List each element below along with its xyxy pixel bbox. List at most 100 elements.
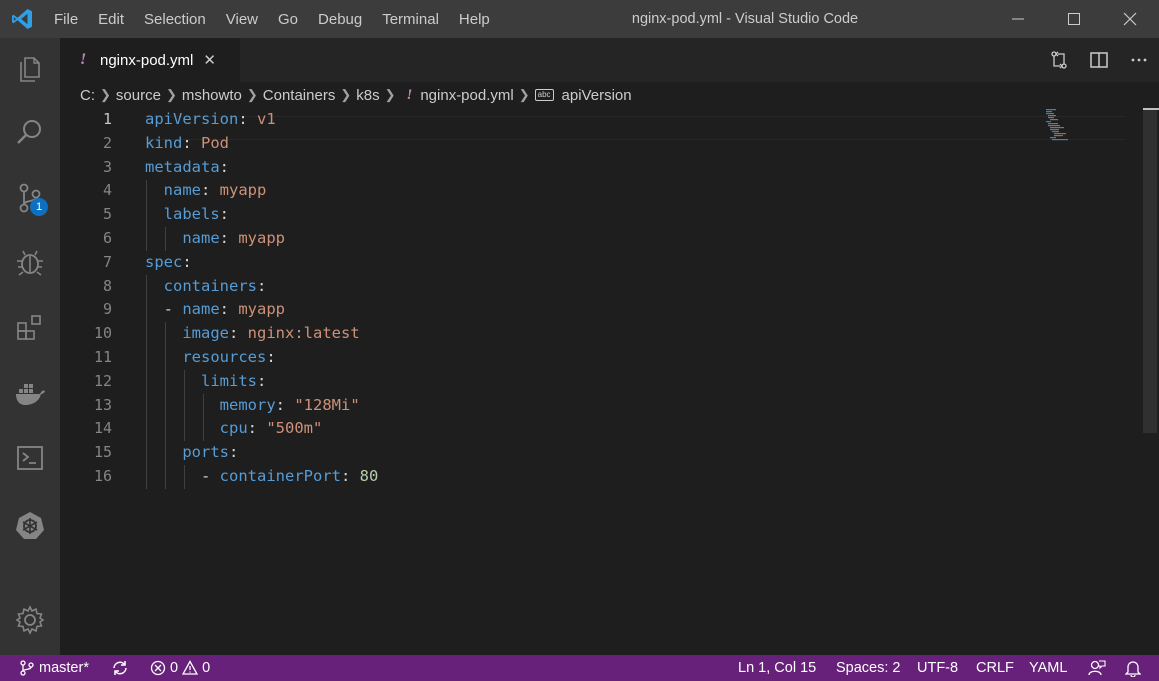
breadcrumb-item[interactable]: mshowto — [182, 87, 242, 104]
activity-search[interactable] — [0, 108, 60, 156]
line-number: 4 — [102, 181, 112, 200]
line-number: 2 — [102, 133, 112, 152]
close-window-button[interactable] — [1101, 0, 1159, 38]
line-number: 6 — [102, 228, 112, 247]
menu-edit[interactable]: Edit — [88, 11, 134, 28]
language-mode[interactable]: YAML — [1029, 655, 1067, 681]
notifications-button[interactable] — [1125, 655, 1141, 681]
git-branch-icon — [20, 660, 34, 676]
code-line: - name: myapp — [163, 300, 286, 319]
yaml-file-icon: ! — [80, 51, 87, 68]
bell-icon — [1125, 661, 1141, 677]
title-bar: File Edit Selection View Go Debug Termin… — [0, 0, 1159, 38]
breadcrumb-item[interactable]: C: — [80, 87, 95, 104]
tab-label: nginx-pod.yml — [100, 51, 194, 69]
code-line: cpu: "500m" — [219, 419, 323, 438]
source-control-badge: 1 — [30, 198, 48, 216]
breadcrumb-item[interactable]: k8s — [356, 87, 379, 104]
line-number: 9 — [102, 300, 112, 319]
minimize-button[interactable] — [989, 0, 1047, 38]
extensions-icon — [17, 315, 41, 340]
code-line: memory: "128Mi" — [219, 395, 360, 414]
code-line: ports: — [182, 443, 239, 462]
explorer-icon — [20, 57, 40, 82]
split-editor-icon — [1090, 52, 1108, 68]
breadcrumb-symbol[interactable]: apiVersion — [562, 87, 632, 104]
remote-explorer-icon — [17, 446, 43, 470]
chevron-right-icon: ❯ — [246, 87, 258, 102]
menu-go[interactable]: Go — [268, 11, 308, 28]
kubernetes-icon — [16, 512, 44, 539]
activity-source-control[interactable] — [0, 174, 60, 222]
feedback-icon — [1088, 660, 1106, 676]
activity-remote[interactable] — [0, 434, 60, 482]
code-line: labels: — [163, 205, 230, 224]
activity-explorer[interactable] — [0, 44, 60, 92]
activity-debug[interactable] — [0, 238, 60, 286]
breadcrumb-item[interactable]: Containers — [263, 87, 336, 104]
feedback-button[interactable] — [1088, 655, 1106, 681]
activity-settings[interactable] — [0, 596, 60, 644]
code-line: metadata: — [145, 157, 229, 176]
line-number: 15 — [93, 443, 112, 462]
line-number: 13 — [93, 395, 112, 414]
code-area[interactable]: apiVersion: v1 kind: Pod metadata: name:… — [145, 108, 378, 489]
maximize-button[interactable] — [1045, 0, 1103, 38]
code-line: apiVersion: v1 — [145, 110, 276, 128]
code-line: containers: — [163, 276, 267, 295]
indentation-setting[interactable]: Spaces: 2 — [836, 655, 901, 681]
sync-button[interactable] — [111, 655, 129, 681]
breadcrumb-item[interactable]: source — [116, 87, 161, 104]
minimap[interactable] — [1046, 108, 1086, 148]
chevron-right-icon: ❯ — [100, 87, 111, 102]
tab-bar: ! nginx-pod.yml ✕ — [60, 38, 1159, 82]
line-number: 10 — [93, 324, 112, 343]
editor-actions — [1039, 38, 1159, 82]
yaml-file-icon: ! — [406, 86, 413, 103]
vertical-scrollbar[interactable] — [1143, 108, 1157, 433]
line-number: 1 — [102, 110, 112, 128]
maximize-icon — [1068, 13, 1080, 25]
menu-selection[interactable]: Selection — [134, 11, 216, 28]
line-number: 11 — [93, 347, 112, 366]
debug-icon — [17, 250, 43, 276]
eol-setting[interactable]: CRLF — [976, 655, 1014, 681]
tab-nginx-pod-yml[interactable]: ! nginx-pod.yml ✕ — [60, 38, 240, 82]
code-line: kind: Pod — [145, 133, 229, 152]
more-actions-button[interactable] — [1119, 38, 1159, 82]
activity-docker[interactable] — [0, 370, 60, 418]
warning-icon — [182, 660, 199, 675]
code-line: name: myapp — [163, 181, 267, 200]
tab-close-icon[interactable]: ✕ — [203, 51, 216, 69]
open-changes-button[interactable] — [1039, 38, 1079, 82]
encoding-setting[interactable]: UTF-8 — [917, 655, 958, 681]
search-icon — [17, 120, 41, 144]
line-number: 7 — [102, 252, 112, 271]
menu-help[interactable]: Help — [449, 11, 500, 28]
code-line: limits: — [201, 371, 267, 390]
branch-indicator[interactable]: master* — [20, 655, 89, 681]
cursor-position[interactable]: Ln 1, Col 15 — [738, 655, 816, 681]
editor[interactable]: 1 2 3 4 5 6 7 8 9 10 11 12 13 14 15 16 a… — [60, 108, 1159, 655]
compare-changes-icon — [1051, 51, 1067, 69]
line-number: 3 — [102, 157, 112, 176]
minimize-icon — [1012, 18, 1024, 20]
line-number: 5 — [102, 205, 112, 224]
string-symbol-icon: abc — [534, 89, 554, 101]
breadcrumb-file[interactable]: nginx-pod.yml — [420, 87, 513, 104]
line-number: 14 — [93, 419, 112, 438]
scrollbar-cursor-marker — [1143, 108, 1159, 110]
breadcrumb: C: ❯ source ❯ mshowto ❯ Containers ❯ k8s… — [60, 82, 1159, 108]
menu-terminal[interactable]: Terminal — [372, 11, 449, 28]
menu-bar: File Edit Selection View Go Debug Termin… — [44, 0, 500, 38]
problems-indicator[interactable]: 0 0 — [150, 655, 210, 681]
split-editor-button[interactable] — [1079, 38, 1119, 82]
activity-kubernetes[interactable] — [0, 502, 60, 550]
activity-bar: 1 — [0, 38, 60, 655]
status-bar: master* 0 0 Ln 1, Col 15 Spaces: 2 UTF-8… — [0, 655, 1159, 681]
activity-extensions[interactable] — [0, 304, 60, 352]
menu-file[interactable]: File — [44, 11, 88, 28]
code-line: image: nginx:latest — [182, 324, 360, 343]
menu-view[interactable]: View — [216, 11, 268, 28]
menu-debug[interactable]: Debug — [308, 11, 372, 28]
